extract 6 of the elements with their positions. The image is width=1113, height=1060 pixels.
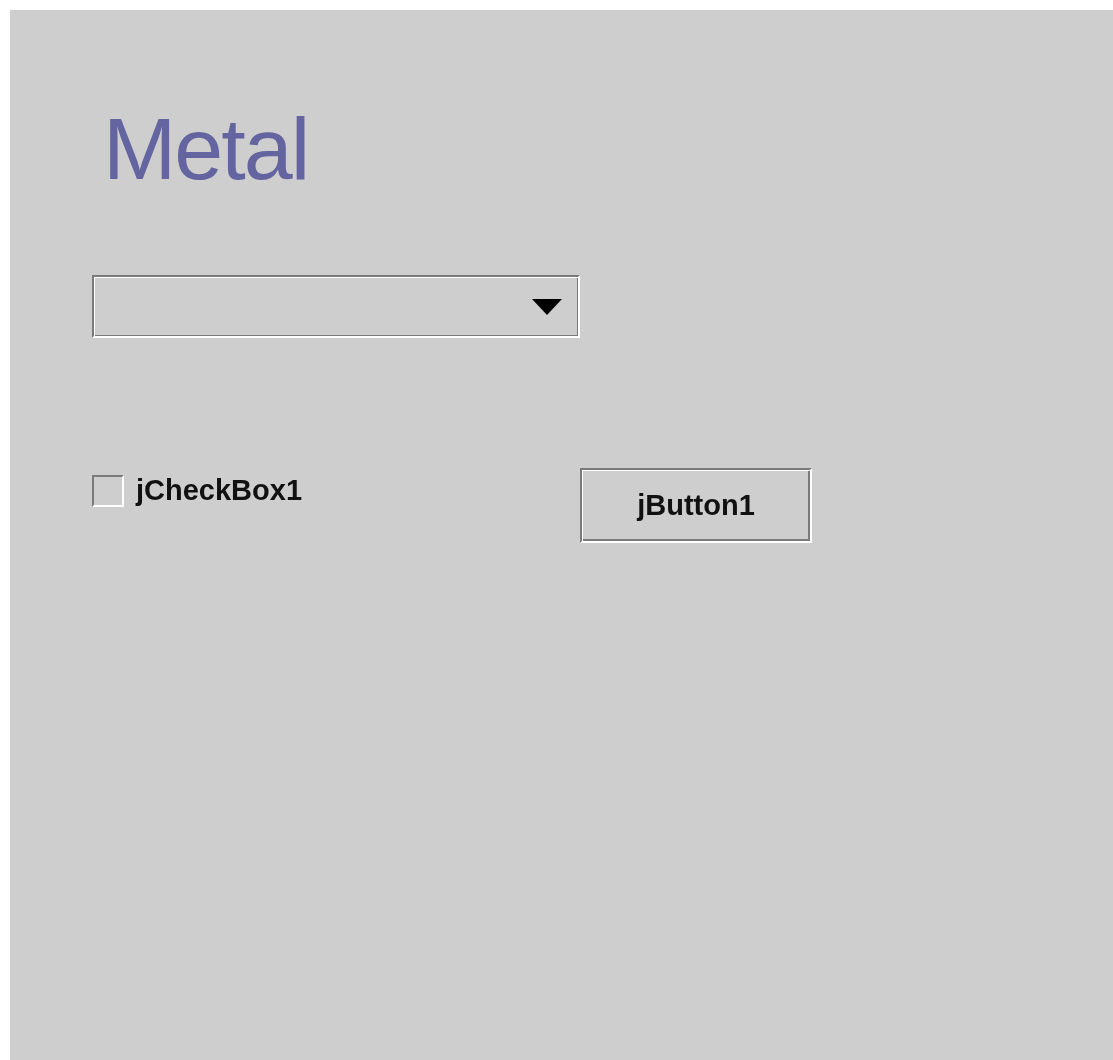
button[interactable]: jButton1 [580, 468, 812, 543]
dropdown[interactable] [92, 275, 580, 338]
title: Metal [103, 105, 309, 193]
checkbox-label[interactable]: jCheckBox1 [136, 474, 302, 507]
dropdown-arrow-icon [532, 298, 562, 315]
checkbox[interactable] [92, 474, 124, 507]
